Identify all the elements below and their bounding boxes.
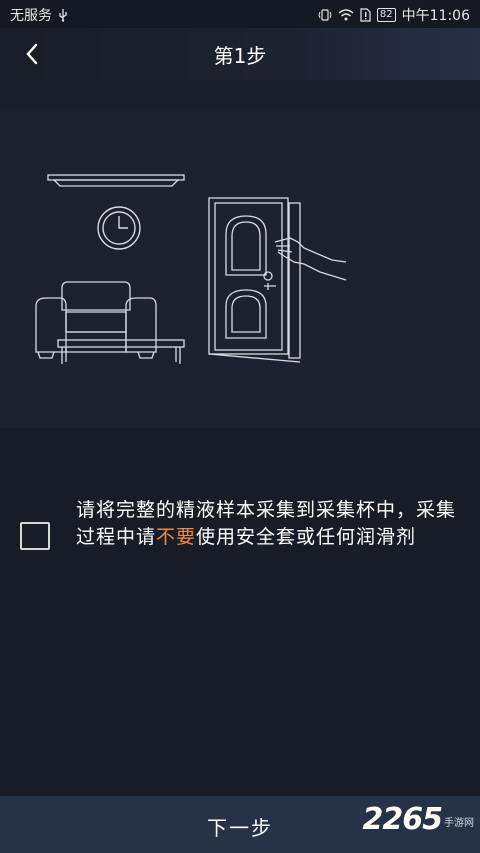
sim-alert-icon: [360, 8, 371, 22]
status-left: 无服务: [10, 5, 68, 25]
usb-icon: [59, 9, 67, 22]
illustration-panel: [0, 110, 480, 428]
status-time: 中午11:06: [401, 8, 470, 24]
carrier-text: 无服务: [10, 8, 52, 24]
watermark-number: 2265: [362, 802, 443, 837]
vibrate-icon: [318, 9, 332, 21]
watermark-suffix: 手游网: [444, 818, 474, 829]
wifi-icon: [338, 9, 354, 21]
hand-icon: [274, 237, 347, 281]
door-icon: [208, 197, 301, 363]
shelf-icon: [47, 174, 185, 187]
status-bar: 无服务 82 中午11:06: [0, 0, 480, 28]
status-right: 82 中午11:06: [318, 5, 470, 25]
instruction-part2: 使用安全套或任何润滑剂: [196, 526, 417, 548]
room-illustration: [35, 174, 347, 364]
confirm-checkbox[interactable]: [20, 522, 50, 550]
page-title: 第1步: [213, 44, 267, 68]
instruction-text: 请将完整的精液样本采集到采集杯中，采集过程中请不要使用安全套或任何润滑剂: [76, 497, 468, 551]
instruction-highlight: 不要: [156, 526, 197, 548]
nav-bar: 第1步: [0, 28, 480, 80]
content-area: [0, 428, 480, 796]
clock-icon: [97, 206, 141, 250]
battery-indicator: 82: [376, 8, 396, 22]
watermark-logo: 2265 手游网: [363, 802, 475, 837]
